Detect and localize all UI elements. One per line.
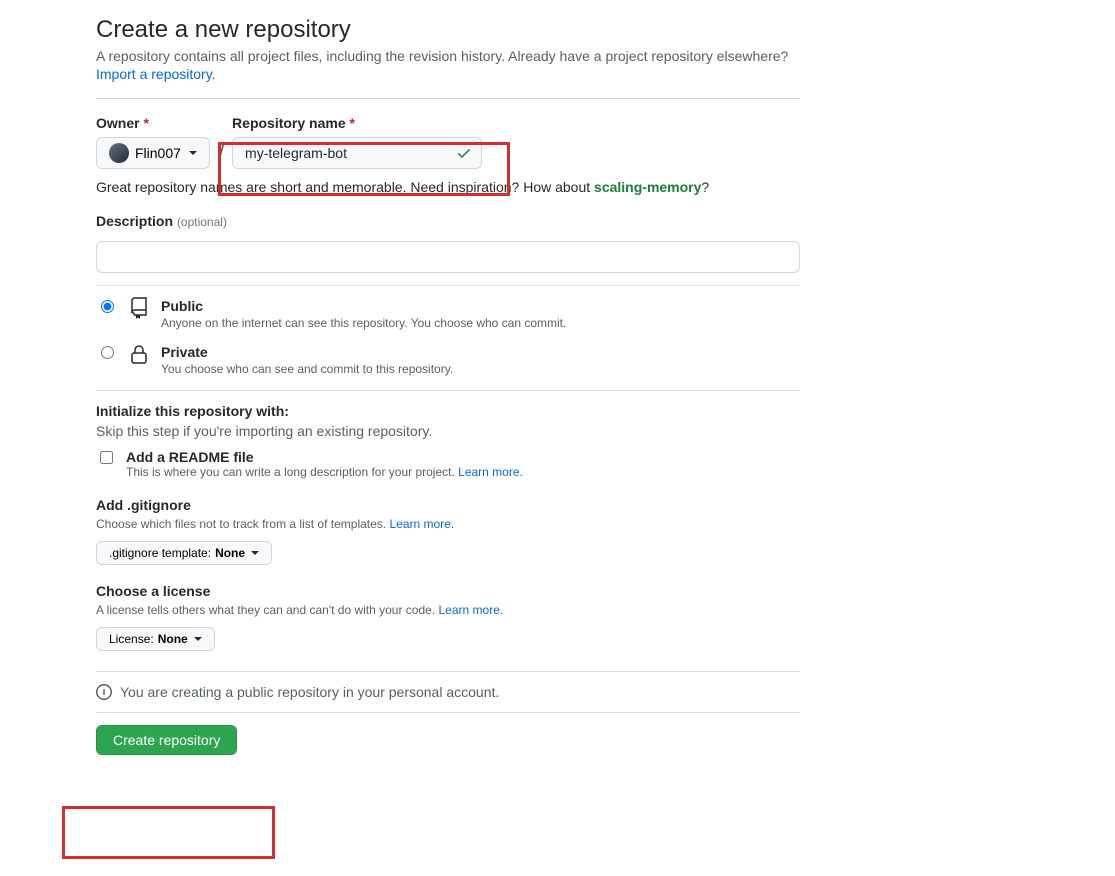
- gitignore-sub: Choose which files not to track from a l…: [96, 517, 800, 531]
- name-hint: Great repository names are short and mem…: [96, 179, 800, 195]
- caret-down-icon: [189, 151, 197, 155]
- readme-sub: This is where you can write a long descr…: [126, 465, 523, 479]
- visibility-private-radio[interactable]: [101, 346, 114, 359]
- check-icon: [456, 145, 472, 161]
- description-input[interactable]: [96, 241, 800, 273]
- public-sub: Anyone on the internet can see this repo…: [161, 316, 566, 330]
- public-title: Public: [161, 298, 566, 314]
- name-suggestion-link[interactable]: scaling-memory: [594, 179, 701, 195]
- caret-down-icon: [251, 551, 259, 555]
- init-sub: Skip this step if you're importing an ex…: [96, 423, 800, 439]
- private-title: Private: [161, 344, 453, 360]
- owner-label: Owner *: [96, 115, 210, 131]
- readme-learn-more-link[interactable]: Learn more.: [458, 465, 523, 479]
- readme-title: Add a README file: [126, 449, 254, 465]
- init-title: Initialize this repository with:: [96, 403, 800, 419]
- license-sub: A license tells others what they can and…: [96, 603, 800, 617]
- divider: [96, 671, 800, 672]
- divider: [96, 712, 800, 713]
- divider: [96, 285, 800, 286]
- gitignore-title: Add .gitignore: [96, 497, 800, 513]
- create-repository-button[interactable]: Create repository: [96, 725, 237, 755]
- slash-separator: /: [218, 141, 224, 169]
- page-subhead: A repository contains all project files,…: [96, 48, 800, 64]
- license-learn-more-link[interactable]: Learn more.: [439, 603, 504, 617]
- owner-name: Flin007: [135, 145, 181, 161]
- import-repository-link[interactable]: Import a repository.: [96, 66, 216, 82]
- divider: [96, 390, 800, 391]
- avatar: [109, 143, 129, 163]
- license-select-button[interactable]: License: None: [96, 627, 215, 651]
- optional-label: (optional): [177, 215, 227, 229]
- info-text: You are creating a public repository in …: [120, 684, 499, 700]
- repo-name-input[interactable]: [232, 137, 482, 169]
- readme-checkbox[interactable]: [100, 451, 113, 464]
- gitignore-template-button[interactable]: .gitignore template: None: [96, 541, 272, 565]
- private-sub: You choose who can see and commit to thi…: [161, 362, 453, 376]
- description-label: Description: [96, 213, 173, 229]
- divider: [96, 98, 800, 99]
- annotation-highlight: [62, 806, 275, 859]
- repo-name-label: Repository name *: [232, 115, 482, 131]
- repo-icon: [127, 296, 151, 320]
- page-title: Create a new repository: [96, 16, 800, 44]
- info-icon: [96, 684, 112, 700]
- visibility-public-radio[interactable]: [101, 300, 114, 313]
- lock-icon: [127, 342, 151, 366]
- caret-down-icon: [194, 637, 202, 641]
- license-title: Choose a license: [96, 583, 800, 599]
- owner-select-button[interactable]: Flin007: [96, 137, 210, 169]
- gitignore-learn-more-link[interactable]: Learn more.: [389, 517, 454, 531]
